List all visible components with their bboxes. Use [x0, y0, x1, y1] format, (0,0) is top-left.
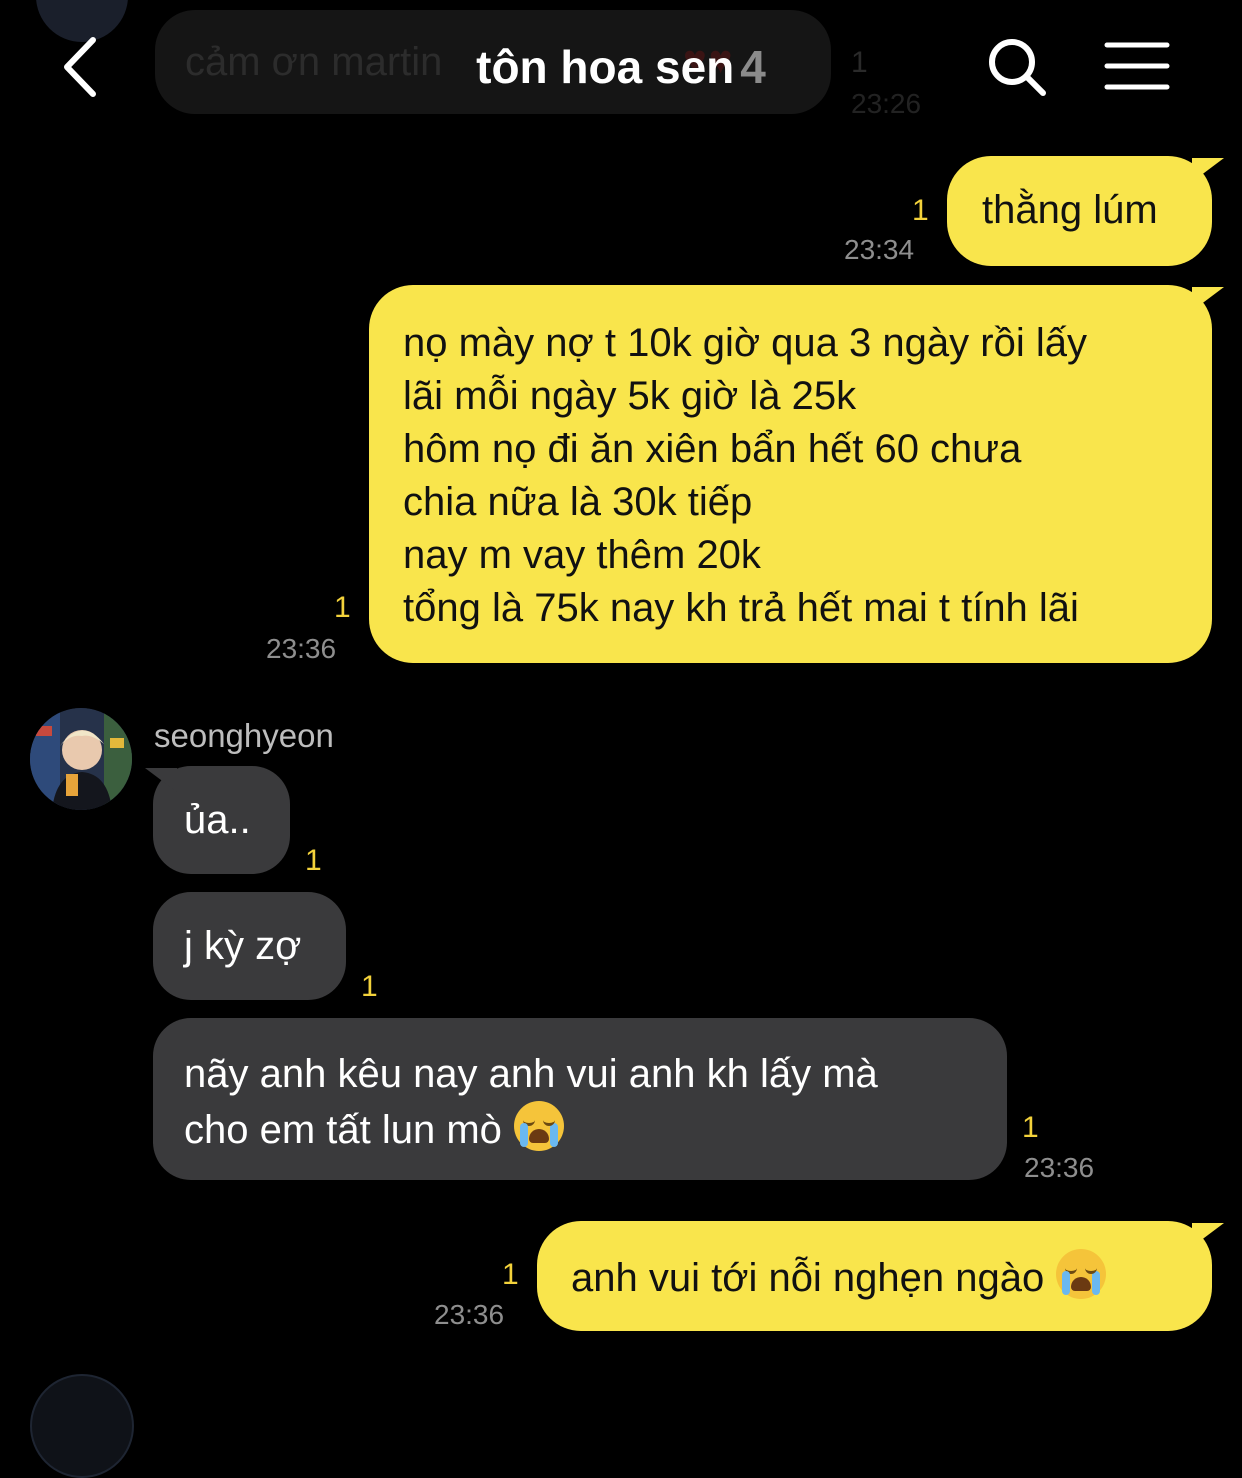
hamburger-menu-icon[interactable]: [1103, 40, 1171, 92]
loudly-crying-face-icon: [1056, 1249, 1107, 1299]
unread-count: 1: [1022, 1111, 1039, 1144]
incoming-message-bubble[interactable]: j kỳ zợ: [153, 892, 346, 1000]
message-line: chia nữa là 30k tiếp: [403, 480, 753, 524]
avatar[interactable]: [30, 1374, 134, 1478]
chat-title: tôn hoa sen 4: [0, 40, 1242, 94]
message-timestamp: 23:36: [1024, 1152, 1095, 1183]
message-line: nãy anh kêu nay anh vui anh kh lấy mà: [184, 1052, 878, 1096]
sender-name: seonghyeon: [154, 717, 334, 754]
unread-count: 1: [305, 844, 322, 877]
loudly-crying-face-icon: [513, 1101, 564, 1151]
message-text: ủa..: [184, 798, 251, 842]
message-line: anh vui tới nỗi nghẹn ngào: [571, 1249, 1212, 1305]
search-icon[interactable]: [985, 35, 1049, 99]
unread-count: 1: [502, 1258, 519, 1291]
incoming-message-bubble[interactable]: nãy anh kêu nay anh vui anh kh lấy mà ch…: [153, 1018, 1007, 1180]
chat-name: tôn hoa sen: [476, 41, 735, 93]
message-text: j kỳ zợ: [184, 924, 302, 968]
unread-count: 1: [912, 194, 929, 227]
message-timestamp: 23:36: [266, 633, 337, 664]
avatar[interactable]: [30, 708, 132, 810]
message-line: tổng là 75k nay kh trả hết mai t tính lã…: [403, 586, 1079, 630]
message-timestamp: 23:34: [844, 234, 915, 265]
message-line: nọ mày nợ t 10k giờ qua 3 ngày rồi lấy: [403, 321, 1087, 365]
member-count: 4: [740, 41, 766, 93]
outgoing-message-bubble[interactable]: nọ mày nợ t 10k giờ qua 3 ngày rồi lấy l…: [369, 285, 1212, 663]
message-line: nay m vay thêm 20k: [403, 533, 761, 577]
message-line: lãi mỗi ngày 5k giờ là 25k: [403, 374, 857, 418]
outgoing-message-bubble[interactable]: anh vui tới nỗi nghẹn ngào: [537, 1221, 1212, 1331]
unread-count: 1: [361, 970, 378, 1003]
outgoing-message-bubble[interactable]: thằng lúm: [947, 156, 1212, 266]
message-timestamp: 23:36: [434, 1299, 505, 1330]
message-text: thằng lúm: [982, 188, 1158, 232]
unread-count: 1: [334, 591, 351, 624]
message-line: cho em tất lun mò: [184, 1101, 1007, 1157]
message-line: hôm nọ đi ăn xiên bẩn hết 60 chưa: [403, 427, 1022, 471]
